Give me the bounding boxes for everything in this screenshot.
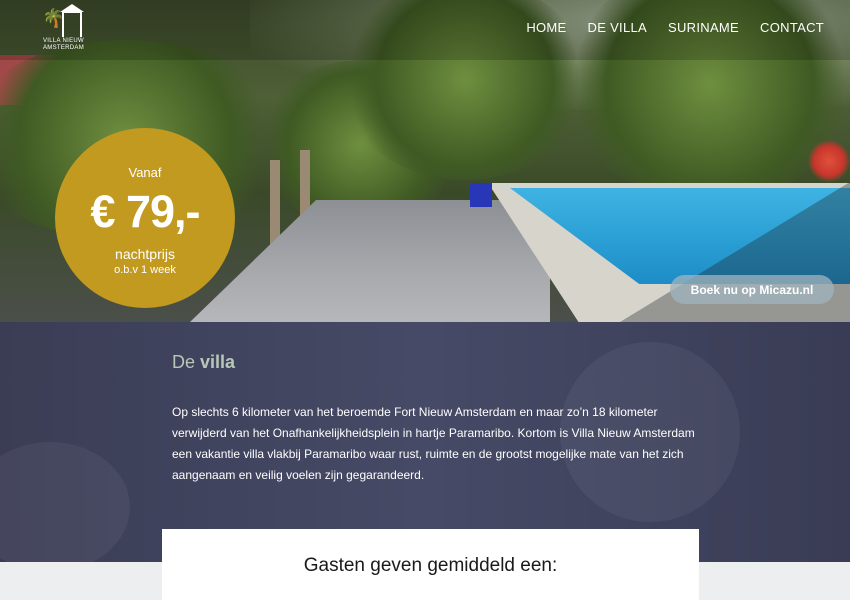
price-basis: o.b.v 1 week (114, 264, 176, 276)
reviews-heading: Gasten geven gemiddeld een: (303, 555, 558, 576)
logo-text: VILLA NIEUW AMSTERDAM (42, 38, 85, 51)
price-from-label: Vanaf (128, 165, 162, 180)
site-logo[interactable]: 🌴 VILLA NIEUW AMSTERDAM (36, 4, 91, 56)
reviews-card: Gasten geven gemiddeld een: (162, 529, 699, 600)
villa-title: De villa (172, 352, 235, 373)
hero-pot (470, 183, 492, 207)
nav-contact[interactable]: CONTACT (760, 20, 824, 35)
villa-title-light: De (172, 352, 196, 372)
price-badge: Vanaf € 79,- nachtprijs o.b.v 1 week (55, 128, 235, 308)
hero-flowers (808, 140, 850, 182)
nav-de-villa[interactable]: DE VILLA (588, 20, 647, 35)
villa-bg-shape (0, 442, 130, 572)
nav-home[interactable]: HOME (526, 20, 566, 35)
villa-description: Op slechts 6 kilometer van het beroemde … (172, 405, 695, 482)
price-unit: nachtprijs (115, 246, 175, 262)
villa-section: De villa Op slechts 6 kilometer van het … (0, 322, 850, 572)
house-icon (62, 11, 82, 37)
price-value: € 79,- (90, 186, 200, 237)
logo-mark: 🌴 (36, 4, 91, 38)
main-nav: HOME DE VILLA SURINAME CONTACT (526, 20, 824, 35)
nav-suriname[interactable]: SURINAME (668, 20, 739, 35)
villa-title-bold: villa (200, 352, 236, 372)
hero-deck (190, 200, 550, 322)
hero-section: 🌴 VILLA NIEUW AMSTERDAM HOME DE VILLA SU… (0, 0, 850, 322)
book-now-button[interactable]: Boek nu op Micazu.nl (670, 275, 834, 304)
